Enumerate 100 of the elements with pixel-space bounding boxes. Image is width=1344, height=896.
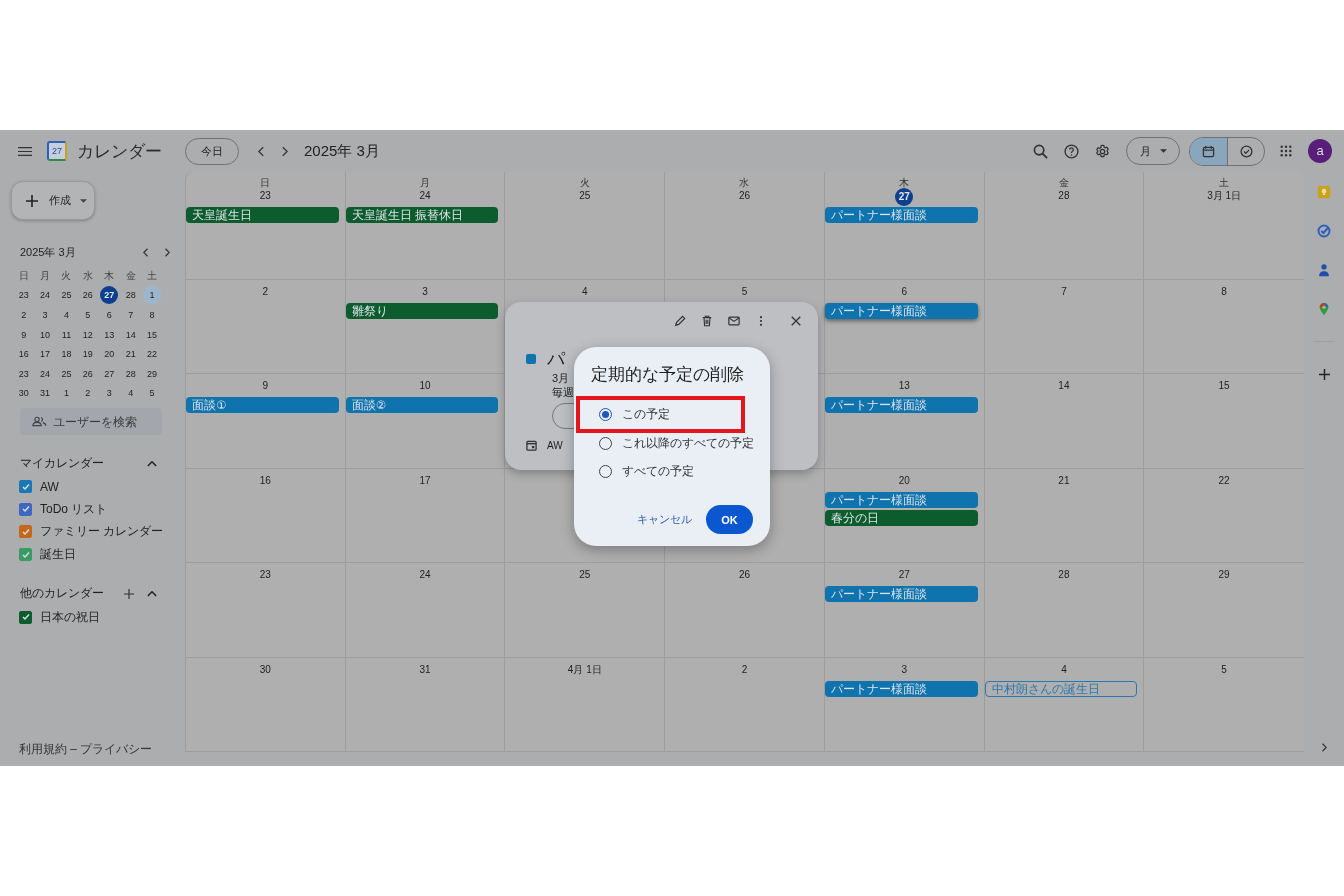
day-cell[interactable]: 9 面談①	[186, 374, 346, 469]
mini-calendar-day[interactable]: 5	[78, 306, 97, 324]
mini-calendar-day[interactable]: 3	[100, 384, 119, 403]
day-cell[interactable]: 2	[665, 657, 825, 752]
next-icon[interactable]	[281, 145, 288, 157]
mini-calendar-day[interactable]: 26	[78, 286, 97, 305]
event-chip[interactable]: パートナー様面談	[824, 680, 978, 697]
day-number[interactable]: 22	[1218, 473, 1230, 488]
event-chip[interactable]: 天皇誕生日	[186, 207, 339, 223]
day-cell[interactable]: 26	[665, 563, 825, 658]
mini-calendar-day[interactable]: 31	[36, 384, 55, 403]
event-chip[interactable]: 雛祭り	[345, 303, 499, 319]
event-chip[interactable]: 天皇誕生日 振替休日	[345, 207, 499, 223]
day-number[interactable]: 26	[738, 568, 751, 583]
mini-calendar-day[interactable]: 16	[14, 345, 33, 364]
edit-icon[interactable]	[674, 315, 686, 327]
mini-calendar-day[interactable]: 15	[143, 325, 162, 344]
calendar-checkbox[interactable]	[19, 480, 32, 493]
apps-icon[interactable]	[1280, 145, 1292, 157]
mini-calendar-day[interactable]: 19	[78, 345, 97, 364]
day-number[interactable]: 8	[1221, 285, 1227, 299]
day-number[interactable]: 30	[259, 662, 271, 677]
mini-calendar-day[interactable]: 6	[100, 306, 119, 324]
mini-calendar-day[interactable]: 26	[78, 364, 97, 383]
mini-calendar-day[interactable]: 2	[78, 384, 97, 403]
mini-calendar-day[interactable]: 28	[121, 286, 140, 305]
day-number[interactable]: 15	[1218, 379, 1230, 394]
email-icon[interactable]	[728, 315, 740, 327]
day-number[interactable]: 20	[898, 473, 910, 488]
delete-icon[interactable]	[701, 315, 713, 327]
mini-calendar-day[interactable]: 14	[121, 325, 140, 344]
day-number[interactable]: 25	[579, 189, 591, 203]
event-chip[interactable]: 面談①	[186, 397, 339, 414]
day-cell[interactable]: 金 28	[984, 172, 1145, 280]
day-number[interactable]: 2	[262, 285, 269, 299]
mini-calendar-day[interactable]: 24	[36, 286, 55, 305]
mini-calendar-day[interactable]: 4	[57, 306, 76, 324]
day-number[interactable]: 3	[422, 285, 428, 299]
radio-option[interactable]: この予定	[576, 396, 745, 433]
ok-button[interactable]: OK	[706, 505, 753, 534]
event-chip[interactable]: パートナー様面談	[824, 491, 978, 508]
day-number[interactable]: 7	[1061, 285, 1067, 299]
event-chip[interactable]: 面談②	[345, 397, 499, 414]
mini-calendar-day[interactable]: 17	[36, 345, 55, 364]
day-number[interactable]: 27	[895, 188, 914, 206]
tasks-icon[interactable]	[1317, 224, 1331, 238]
day-cell[interactable]: 21	[984, 468, 1145, 564]
day-number[interactable]: 24	[419, 189, 431, 203]
mini-calendar-day[interactable]: 9	[14, 325, 33, 344]
event-chip[interactable]: パートナー様面談	[824, 397, 978, 414]
day-number[interactable]: 25	[579, 568, 591, 583]
day-number[interactable]: 16	[259, 473, 271, 488]
cancel-button[interactable]: キャンセル	[637, 512, 692, 527]
mini-calendar-day[interactable]: 29	[143, 364, 162, 383]
mini-calendar-day[interactable]: 25	[57, 286, 76, 305]
mini-calendar-day[interactable]: 28	[121, 364, 140, 383]
day-number[interactable]: 3月 1日	[1207, 189, 1242, 203]
mini-calendar-day[interactable]: 18	[57, 345, 76, 364]
mini-calendar-day[interactable]: 23	[14, 364, 33, 383]
day-cell[interactable]: 15	[1144, 374, 1304, 469]
next-month-icon[interactable]	[164, 247, 170, 257]
day-number[interactable]: 21	[1058, 473, 1070, 488]
settings-icon[interactable]	[1095, 143, 1110, 159]
mini-calendar-day[interactable]: 10	[36, 325, 55, 344]
event-chip[interactable]: パートナー様面談	[824, 586, 978, 603]
mini-calendar-day[interactable]: 21	[121, 345, 140, 364]
add-icon[interactable]	[1318, 369, 1330, 380]
day-number[interactable]: 4	[582, 285, 588, 299]
expand-icon[interactable]	[1321, 743, 1327, 752]
previous-icon[interactable]	[258, 145, 265, 157]
calendar-view-toggle[interactable]	[1190, 137, 1227, 165]
day-cell[interactable]: 木 27 パートナー様面談	[824, 172, 985, 280]
event-chip[interactable]: 春分の日	[824, 509, 978, 526]
day-number[interactable]: 14	[1058, 379, 1070, 394]
day-number[interactable]: 4	[1061, 662, 1067, 677]
mini-calendar-day[interactable]: 1	[143, 286, 162, 305]
mini-calendar-day[interactable]: 23	[14, 286, 33, 305]
previous-month-icon[interactable]	[143, 247, 149, 257]
mini-calendar-day[interactable]: 5	[143, 384, 162, 403]
event-chip[interactable]: パートナー様面談	[824, 303, 978, 319]
mini-calendar-day[interactable]: 7	[121, 306, 140, 324]
day-cell[interactable]: 25	[505, 563, 666, 658]
day-cell[interactable]: 29	[1144, 563, 1304, 658]
day-number[interactable]: 10	[419, 379, 431, 394]
mini-calendar-day[interactable]: 27	[100, 286, 119, 305]
day-number[interactable]: 23	[259, 189, 271, 203]
day-cell[interactable]: 3 パートナー様面談	[824, 657, 985, 752]
search-icon[interactable]	[1033, 143, 1048, 159]
mini-calendar-day[interactable]: 25	[57, 364, 76, 383]
mini-calendar-day[interactable]: 30	[14, 384, 33, 403]
day-cell[interactable]: 水 26	[665, 172, 825, 280]
day-number[interactable]: 28	[1058, 189, 1070, 203]
mini-calendar-day[interactable]: 12	[78, 325, 97, 344]
day-number[interactable]: 24	[419, 568, 431, 583]
day-number[interactable]: 29	[1218, 568, 1230, 583]
account-avatar[interactable]: a	[1308, 139, 1332, 163]
close-icon[interactable]	[790, 315, 802, 327]
day-cell[interactable]: 24	[345, 563, 506, 658]
day-cell[interactable]: 30	[186, 657, 346, 752]
event-chip[interactable]: パートナー様面談	[824, 207, 978, 223]
